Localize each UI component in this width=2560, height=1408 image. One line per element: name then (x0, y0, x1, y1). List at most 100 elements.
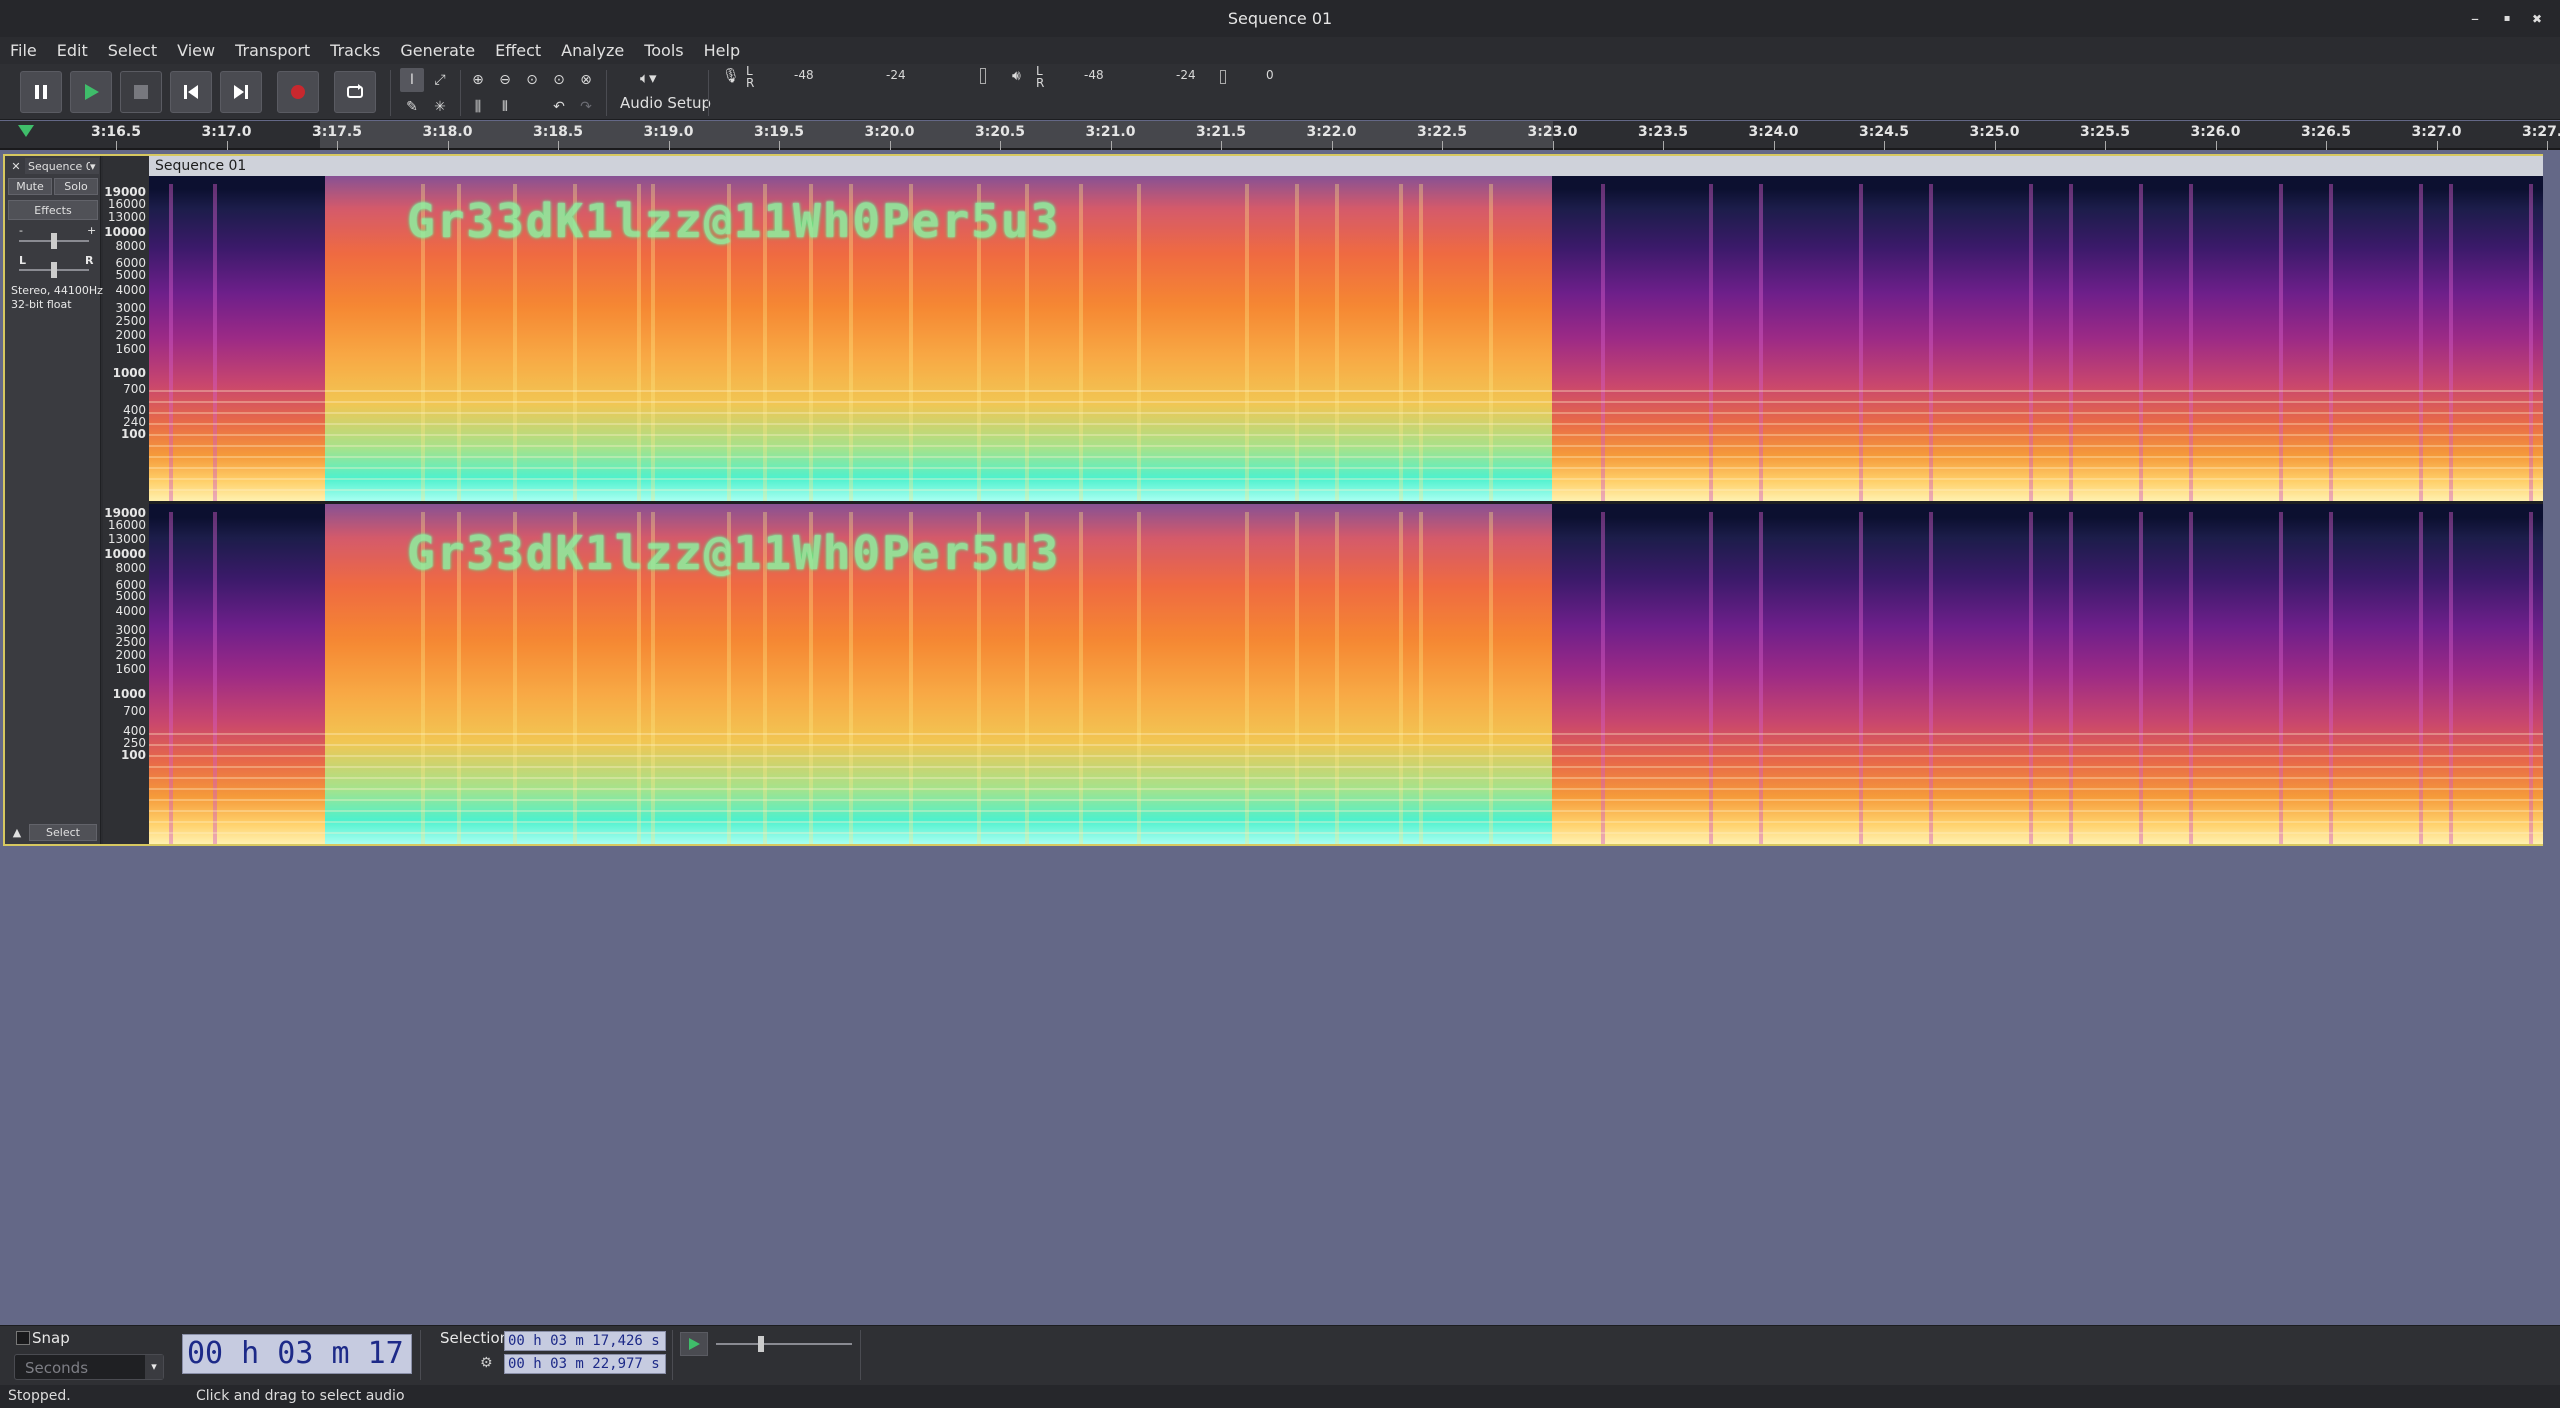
record-meter[interactable]: L R -48 -24 (744, 64, 986, 90)
spectrogram-channel-left[interactable]: Gr33dK1lzz@11Wh0Per5u3 (149, 176, 2543, 501)
close-icon[interactable]: ✖ (2522, 0, 2552, 37)
ruler-label: 3:18.0 (422, 124, 473, 140)
skip-end-icon (234, 85, 248, 99)
undo-icon[interactable]: ↶ (547, 95, 571, 119)
menu-analyze[interactable]: Analyze (551, 41, 634, 60)
menu-view[interactable]: View (167, 41, 225, 60)
frequency-label: 13000 (107, 532, 146, 546)
stop-icon (134, 85, 148, 99)
ruler-label: 3:26.0 (2190, 124, 2241, 140)
skip-to-end-button[interactable] (220, 71, 262, 113)
ruler-tick (1331, 141, 1333, 150)
menu-effect[interactable]: Effect (485, 41, 551, 60)
record-icon (291, 85, 305, 99)
spectrogram-streak (2529, 184, 2533, 501)
spectrogram-streak (2189, 184, 2193, 501)
playback-speed-slider[interactable] (716, 1336, 852, 1352)
playhead-marker-icon[interactable] (18, 125, 34, 137)
status-bar: Stopped. Click and drag to select audio (0, 1385, 2560, 1408)
frequency-label: 16000 (107, 197, 146, 211)
frequency-label: 4000 (115, 604, 146, 618)
menu-edit[interactable]: Edit (47, 41, 98, 60)
ruler-label: 3:22.0 (1306, 124, 1357, 140)
collapse-track-icon[interactable]: ▲ (8, 824, 26, 841)
frequency-label: 1000 (112, 687, 146, 701)
skip-to-start-button[interactable] (170, 71, 212, 113)
clip-title-bar[interactable]: Sequence 01 (149, 156, 2543, 176)
ruler-label: 3:27.5 (2522, 124, 2560, 140)
audio-setup-button[interactable]: Audio Setup (620, 94, 711, 112)
draw-tool-icon[interactable]: ✎ (400, 95, 424, 119)
track-control-panel: ✕ Sequence 01▾ Mute Solo Effects - + L R… (5, 156, 103, 844)
ruler-tick (1000, 141, 1001, 150)
envelope-tool-icon[interactable]: ⤢ (428, 68, 452, 92)
maximize-icon[interactable]: ▪ (2492, 0, 2522, 37)
playback-meter[interactable]: L R -48 -24 0 (1034, 64, 1274, 90)
frequency-label: 8000 (115, 561, 146, 575)
menu-select[interactable]: Select (98, 41, 167, 60)
ruler-tick (2105, 141, 2106, 150)
selection-tool-icon[interactable]: I (400, 68, 424, 92)
menu-tracks[interactable]: Tracks (320, 41, 390, 60)
spectrogram-hidden-text: Gr33dK1lzz@11Wh0Per5u3 (407, 526, 1061, 580)
timeline-ruler[interactable]: 3:16.5 3:17.0 3:17.5 3:18.0 3:18.5 3:19.0 3:19… (0, 121, 2560, 150)
fit-project-icon[interactable]: ⊙ (547, 68, 571, 92)
gain-slider[interactable] (19, 233, 89, 249)
menu-generate[interactable]: Generate (390, 41, 485, 60)
pan-slider[interactable] (19, 262, 89, 278)
ruler-label: 3:24.5 (1859, 124, 1909, 140)
speaker-meter-icon[interactable]: 🔊︎ (1012, 68, 1021, 84)
audio-track[interactable]: ✕ Sequence 01▾ Mute Solo Effects - + L R… (3, 154, 2543, 846)
trim-audio-icon[interactable]: ⫼ (466, 95, 490, 119)
selection-end-field[interactable]: 00 h 03 m 22,977 s (504, 1354, 666, 1374)
play-button[interactable] (70, 71, 112, 113)
menu-tools[interactable]: Tools (634, 41, 693, 60)
status-state: Stopped. (8, 1388, 71, 1404)
toolbar-separator (672, 1330, 673, 1380)
speaker-icon[interactable]: 🔈︎▾ (640, 69, 657, 87)
zoom-out-icon[interactable]: ⊖ (493, 68, 517, 92)
stop-button[interactable] (120, 71, 162, 113)
snap-checkbox[interactable] (16, 1331, 30, 1345)
multi-tool-icon[interactable]: ✳ (428, 95, 452, 119)
ruler-tick (1884, 141, 1885, 150)
microphone-icon[interactable]: 🎙︎ (722, 68, 740, 84)
ruler-label: 3:23.5 (1638, 124, 1688, 140)
zoom-in-icon[interactable]: ⊕ (466, 68, 490, 92)
menu-transport[interactable]: Transport (225, 41, 320, 60)
mute-button[interactable]: Mute (8, 178, 52, 195)
playback-level-slider[interactable] (1220, 70, 1226, 84)
spectrogram-streak (2329, 512, 2333, 844)
spectrogram-streak (2069, 512, 2073, 844)
silence-audio-icon[interactable]: ⫴ (493, 95, 517, 119)
selection-start-field[interactable]: 00 h 03 m 17,426 s (504, 1331, 666, 1351)
track-name-menu[interactable]: Sequence 01▾ (25, 158, 99, 174)
menu-file[interactable]: File (0, 41, 47, 60)
play-at-speed-button[interactable] (680, 1332, 708, 1356)
spectrogram-streak (2029, 184, 2033, 501)
record-button[interactable] (277, 71, 319, 113)
redo-icon[interactable]: ↷ (574, 95, 598, 119)
frequency-label: 5000 (115, 268, 146, 282)
zoom-toggle-icon[interactable]: ⊗ (574, 68, 598, 92)
track-area[interactable]: ✕ Sequence 01▾ Mute Solo Effects - + L R… (0, 150, 2560, 1325)
effects-button[interactable]: Effects (8, 200, 98, 220)
snap-unit-select[interactable]: Seconds ▾ (14, 1354, 164, 1380)
spectrogram-streak (2529, 512, 2533, 844)
gear-icon[interactable]: ⚙ (480, 1355, 493, 1371)
ruler-selection-region (320, 121, 1553, 148)
solo-button[interactable]: Solo (54, 178, 98, 195)
ruler-label: 3:17.0 (201, 124, 252, 140)
time-display[interactable]: 00 h 03 m 17 s (182, 1334, 412, 1374)
loop-button[interactable] (334, 71, 376, 113)
menu-bar: File Edit Select View Transport Tracks G… (0, 37, 2560, 64)
minimize-icon[interactable]: – (2460, 0, 2490, 37)
select-track-button[interactable]: Select (29, 824, 97, 841)
pause-button[interactable] (20, 71, 62, 113)
record-level-slider[interactable] (980, 68, 986, 84)
fit-selection-icon[interactable]: ⊙ (520, 68, 544, 92)
bottom-toolbar: Snap Seconds ▾ 00 h 03 m 17 s Selection … (0, 1325, 2560, 1385)
spectrogram-channel-right[interactable]: Gr33dK1lzz@11Wh0Per5u3 (149, 504, 2543, 844)
close-track-icon[interactable]: ✕ (8, 158, 24, 174)
menu-help[interactable]: Help (694, 41, 750, 60)
